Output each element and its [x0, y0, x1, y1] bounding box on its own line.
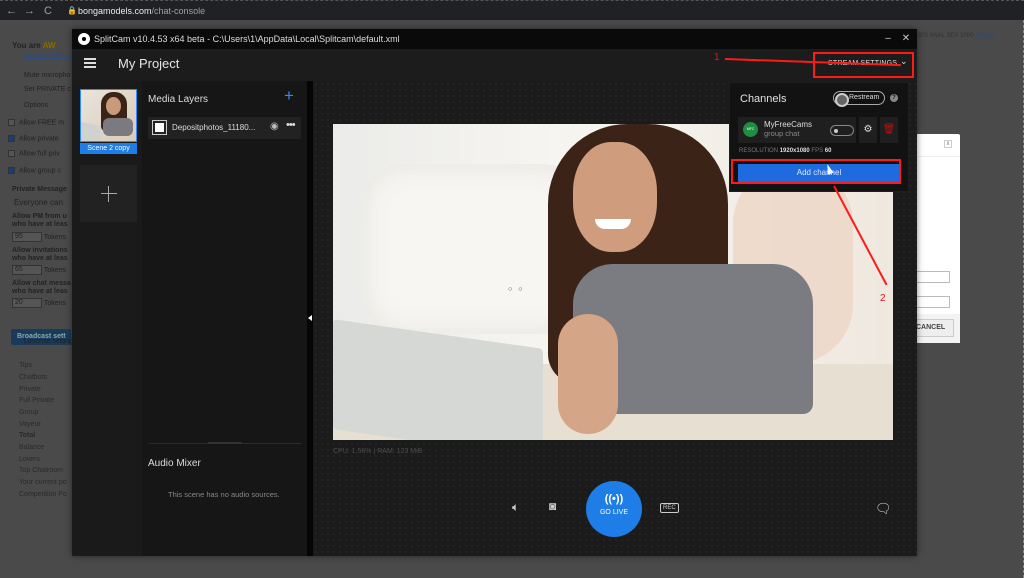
browser-toolbar: ← → C 🔒 bongamodels.com/chat-console	[0, 0, 1024, 20]
options-toggle[interactable]: Options	[24, 102, 48, 109]
allow-chat-field[interactable]: 20 Tokens	[12, 298, 66, 308]
eye-icon[interactable]: ◉	[270, 121, 279, 132]
myfreecams-logo-icon: MFC	[743, 122, 758, 137]
lock-icon: 🔒	[67, 6, 77, 15]
go-live-label: GO LIVE	[599, 509, 628, 516]
media-layers-panel: Media Layers + Depositphotos_11180... ◉ …	[142, 81, 307, 556]
layer-item[interactable]: Depositphotos_11180... ◉ •••	[148, 117, 301, 139]
stat-row-total: Total	[19, 432, 36, 439]
project-name: My Project	[118, 56, 180, 71]
web-dialog: x CANCEL	[914, 134, 960, 343]
more-options-icon[interactable]: •••	[286, 119, 296, 131]
stat-row: Voyeur	[19, 421, 41, 428]
scene-thumbnail[interactable]	[80, 89, 137, 142]
url-path: /chat-console	[151, 6, 206, 16]
scene-label[interactable]: Scene 2 copy	[80, 143, 137, 154]
dialog-input[interactable]	[914, 271, 950, 283]
app-header: My Project STREAM SETTINGS ⌄	[72, 49, 917, 81]
resolution-info: RESOLUTION 1920x1080 FPS 60	[739, 148, 832, 154]
allow-chat-label: Allow chat messa who have at leas	[12, 280, 71, 295]
stat-row: Full Private	[19, 397, 55, 404]
checkbox-full-private[interactable]: Allow full priv	[8, 150, 60, 157]
gear-icon[interactable]: ⚙	[859, 117, 877, 143]
resize-handle[interactable]	[208, 442, 242, 444]
stat-row: Competition Po	[19, 491, 67, 498]
address-bar[interactable]: 🔒 bongamodels.com/chat-console	[62, 3, 1022, 19]
annotation-label-2: 2	[880, 293, 886, 304]
media-layers-title: Media Layers	[148, 94, 209, 105]
url-domain: bongamodels.com	[78, 6, 152, 16]
image-icon	[152, 120, 167, 135]
record-icon[interactable]: REC	[660, 503, 679, 513]
add-scene-button[interactable]	[80, 165, 137, 222]
annotation-box-add-channel	[731, 159, 901, 184]
restream-button[interactable]: Restream	[833, 91, 885, 107]
channel-name: MyFreeCams	[764, 120, 813, 129]
hamburger-menu-icon[interactable]	[84, 58, 96, 68]
reload-button[interactable]: C	[44, 5, 52, 17]
collapse-arrow-icon[interactable]	[308, 315, 312, 321]
allow-pm-label: Allow PM from u who have at leas	[12, 213, 68, 228]
annotation-label-1: 1	[714, 52, 720, 63]
back-button[interactable]: ←	[6, 5, 17, 17]
minimize-button[interactable]: –	[878, 29, 898, 49]
channel-subtitle: group chat	[764, 129, 800, 138]
stat-row: Balance	[19, 444, 45, 451]
scenes-panel: Scene 2 copy	[72, 81, 142, 556]
window-titlebar: SplitCam v10.4.53 x64 beta - C:\Users\1\…	[72, 29, 917, 49]
status-text: You are AW	[12, 41, 56, 50]
audio-mixer-title: Audio Mixer	[148, 458, 201, 469]
change-link[interactable]: Change	[975, 33, 996, 39]
camera-snapshot-icon[interactable]: ◙	[549, 499, 556, 513]
performance-stats: CPU: 1,56% | RAM: 123 MiB	[333, 448, 423, 455]
broadcast-icon: ((•))	[604, 493, 624, 505]
allow-invitations-field[interactable]: 65 Tokens	[12, 265, 66, 275]
dialog-input[interactable]	[914, 296, 950, 308]
add-layer-button[interactable]: +	[284, 86, 294, 106]
splitcam-logo-icon	[78, 33, 90, 45]
checkbox-private[interactable]: Allow private	[8, 135, 59, 142]
stat-row: Chatbots	[19, 374, 48, 381]
close-button[interactable]: ✕	[896, 29, 916, 49]
cancel-button[interactable]: CANCEL	[914, 319, 954, 337]
allow-invitations-label: Allow invitations who have at leas	[12, 247, 68, 262]
stat-row: Tips	[19, 362, 32, 369]
layer-name: Depositphotos_11180...	[172, 123, 256, 132]
stat-row: Lovers	[19, 456, 41, 463]
checkbox-group[interactable]: Allow group c	[8, 167, 61, 174]
stat-row: Your current po	[19, 479, 67, 486]
checkbox-free[interactable]: Allow FREE m	[8, 119, 64, 126]
dialog-close-button[interactable]: x	[944, 140, 952, 148]
chat-icon[interactable]: 🗨︎	[875, 501, 892, 517]
trash-icon[interactable]: 🗑︎	[880, 117, 898, 143]
forward-button[interactable]: →	[24, 5, 35, 17]
speaker-icon[interactable]: 🔈︎	[512, 500, 519, 515]
top-right-info: 300 ANAL SEX 1000 Change	[918, 33, 997, 39]
lovense-settings[interactable]: Lovense setting	[24, 338, 73, 345]
dialog-divider	[914, 156, 960, 157]
allow-pm-field[interactable]: 95 Tokens	[12, 232, 66, 242]
go-back-online-link[interactable]: Go back ONLIN	[24, 52, 73, 59]
private-message-select[interactable]: Everyone can	[14, 198, 63, 207]
channel-toggle[interactable]	[830, 125, 854, 136]
stat-row: Top Chatroom	[19, 467, 63, 474]
private-message-label: Private Message	[12, 186, 67, 193]
stat-row: Private	[19, 386, 41, 393]
go-live-button[interactable]: ((•)) GO LIVE	[586, 481, 642, 537]
channel-item: MFC MyFreeCams group chat	[738, 117, 856, 143]
mute-microphone[interactable]: Mute micropho	[24, 72, 70, 79]
help-icon[interactable]: ?	[890, 94, 898, 102]
stat-row: Group	[19, 409, 39, 416]
transform-handles[interactable]: ○○	[508, 286, 528, 293]
set-private[interactable]: Set PRIVATE c	[24, 86, 71, 93]
audio-empty-message: This scene has no audio sources.	[168, 490, 280, 499]
channels-title: Channels	[740, 93, 787, 105]
window-title: SplitCam v10.4.53 x64 beta - C:\Users\1\…	[94, 34, 400, 44]
dialog-footer: CANCEL	[914, 314, 960, 343]
